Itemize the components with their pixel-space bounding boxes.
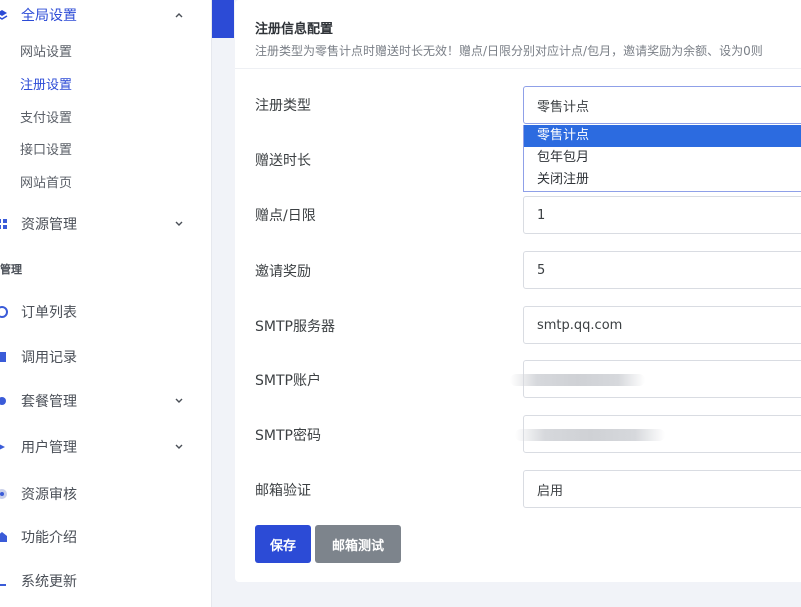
card-title: 注册信息配置: [255, 22, 334, 37]
chevron-up-icon[interactable]: [172, 8, 186, 22]
order-icon: [0, 306, 8, 318]
reg-type-dropdown: 零售计点 包年包月 关闭注册: [523, 125, 801, 192]
nav-user-management-label: 用户管理: [21, 440, 77, 456]
chevron-down-icon[interactable]: [172, 440, 186, 454]
sidebar-section-label: 管理: [0, 263, 22, 276]
nav-feature-intro[interactable]: 功能介绍: [0, 522, 212, 552]
card-description: 注册类型为零售计点时赠送时长无效！赠点/日限分别对应计点/包月，邀请奖励为余额、…: [255, 44, 763, 58]
sidebar-item-site-home[interactable]: 网站首页: [20, 174, 72, 194]
nav-package-management-label: 套餐管理: [21, 394, 77, 410]
update-icon: [0, 584, 6, 586]
mail-test-button[interactable]: 邮箱测试: [315, 525, 401, 563]
smtp-server-label: SMTP服务器: [255, 319, 335, 335]
smtp-password-label: SMTP密码: [255, 428, 321, 444]
reg-type-label: 注册类型: [255, 98, 311, 114]
package-icon: [0, 397, 6, 405]
mail-verify-value: 启用: [537, 483, 564, 499]
invite-reward-input[interactable]: 5: [523, 251, 801, 289]
grid-icon: [0, 219, 7, 229]
register-settings-card: 注册信息配置 注册类型为零售计点时赠送时长无效！赠点/日限分别对应计点/包月，邀…: [235, 0, 801, 582]
reg-type-option[interactable]: 包年包月: [524, 147, 801, 169]
reg-type-option[interactable]: 关闭注册: [524, 169, 801, 191]
gift-points-label: 赠点/日限: [255, 208, 316, 224]
smtp-password-redacted: [515, 429, 665, 441]
reg-type-select[interactable]: 零售计点: [523, 86, 801, 124]
nav-system-update[interactable]: 系统更新: [0, 566, 212, 596]
smtp-server-value: smtp.qq.com: [537, 317, 623, 333]
invite-reward-value: 5: [537, 262, 546, 278]
sidebar-item-api-settings[interactable]: 接口设置: [20, 141, 72, 161]
review-icon: [0, 489, 7, 499]
mail-verify-label: 邮箱验证: [255, 483, 311, 499]
gift-points-value: 1: [537, 207, 546, 223]
invite-reward-label: 邀请奖励: [255, 264, 311, 280]
record-icon: [0, 352, 6, 362]
smtp-server-input[interactable]: smtp.qq.com: [523, 306, 801, 344]
chevron-down-icon[interactable]: [172, 394, 186, 408]
header-accent: [212, 0, 234, 38]
feature-icon: [0, 532, 7, 542]
nav-global-settings-label: 全局设置: [21, 8, 77, 24]
nav-user-management[interactable]: 用户管理: [0, 432, 212, 462]
reg-type-option[interactable]: 零售计点: [524, 125, 801, 147]
smtp-account-label: SMTP账户: [255, 373, 321, 389]
layers-icon: [0, 10, 8, 20]
nav-resource-management[interactable]: 资源管理: [0, 209, 212, 239]
chevron-down-icon[interactable]: [172, 217, 186, 231]
user-icon: [0, 444, 5, 450]
mail-verify-select[interactable]: 启用: [523, 470, 801, 508]
nav-global-settings[interactable]: 全局设置: [0, 0, 212, 30]
sidebar-item-site-settings[interactable]: 网站设置: [20, 43, 72, 63]
nav-resource-management-label: 资源管理: [21, 217, 77, 233]
nav-resource-review-label: 资源审核: [21, 487, 77, 503]
nav-package-management[interactable]: 套餐管理: [0, 386, 212, 416]
sidebar-item-payment-settings[interactable]: 支付设置: [20, 109, 72, 129]
nav-resource-review[interactable]: 资源审核: [0, 479, 212, 509]
nav-call-records-label: 调用记录: [21, 350, 77, 366]
gift-duration-label: 赠送时长: [255, 153, 311, 169]
sidebar-item-register-settings[interactable]: 注册设置: [20, 76, 72, 96]
nav-system-update-label: 系统更新: [21, 574, 77, 590]
gift-points-input[interactable]: 1: [523, 196, 801, 234]
sidebar: 全局设置 网站设置 注册设置 支付设置 接口设置 网站首页 资源管理 管理 订单…: [0, 0, 212, 607]
save-button[interactable]: 保存: [255, 525, 311, 563]
nav-order-list[interactable]: 订单列表: [0, 297, 212, 327]
nav-feature-intro-label: 功能介绍: [21, 530, 77, 546]
smtp-account-redacted: [510, 374, 645, 386]
nav-order-list-label: 订单列表: [21, 305, 77, 321]
reg-type-value: 零售计点: [537, 99, 590, 115]
nav-call-records[interactable]: 调用记录: [0, 342, 212, 372]
card-divider: [235, 68, 801, 69]
